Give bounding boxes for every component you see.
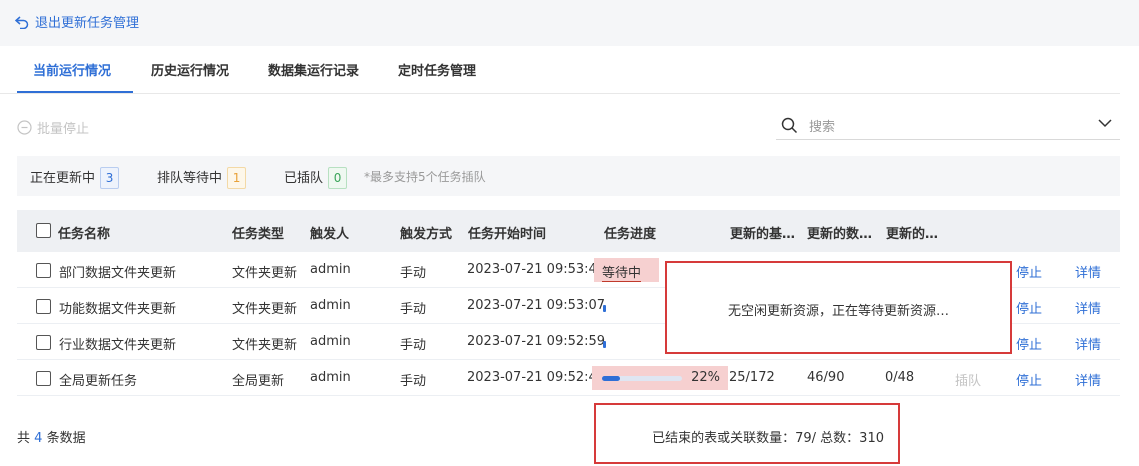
tab-bar: 当前运行情况 历史运行情况 数据集运行记录 定时任务管理 xyxy=(0,46,1120,94)
progress-fill xyxy=(602,376,620,381)
header-task-name: 任务名称 xyxy=(58,227,111,242)
progress-bar xyxy=(603,341,606,348)
header-updated-base: 更新的基… xyxy=(730,227,796,242)
task-type: 文件夹更新 xyxy=(232,302,298,317)
row-checkbox[interactable] xyxy=(36,299,51,314)
trigger-mode: 手动 xyxy=(400,266,427,281)
updated-other-count: 0/48 xyxy=(885,370,915,385)
task-progress: 22% xyxy=(592,366,728,390)
queued-status: 排队等待中 1 xyxy=(157,167,247,189)
trigger-mode: 手动 xyxy=(400,302,427,317)
total-prefix: 共 xyxy=(17,431,31,446)
tab-dataset-run-records[interactable]: 数据集运行记录 xyxy=(268,60,359,79)
task-name: 功能数据文件夹更新 xyxy=(59,302,177,317)
inserted-count-badge: 0 xyxy=(328,167,348,189)
search-select[interactable]: 搜索 xyxy=(776,110,1120,140)
tab-current-runs[interactable]: 当前运行情况 xyxy=(33,60,111,79)
minus-circle-icon xyxy=(17,120,32,135)
waiting-label: 等待中 xyxy=(602,266,642,282)
total-count: 共 4 条数据 xyxy=(17,427,86,446)
tab-history-runs[interactable]: 历史运行情况 xyxy=(151,60,229,79)
detail-link[interactable]: 详情 xyxy=(1075,298,1101,317)
header-task-type: 任务类型 xyxy=(232,227,285,242)
insert-queue-button[interactable]: 插队 xyxy=(955,370,981,389)
back-arrow-icon xyxy=(15,15,29,29)
header-updated-other: 更新的… xyxy=(886,227,939,242)
queued-count-badge: 1 xyxy=(227,167,247,189)
queue-limit-hint: *最多支持5个任务插队 xyxy=(364,170,486,184)
waiting-status[interactable]: 等待中 xyxy=(594,258,659,282)
detail-link[interactable]: 详情 xyxy=(1075,334,1101,353)
trigger-user: admin xyxy=(310,298,351,313)
updated-base-count: 25/172 xyxy=(729,370,775,385)
row-checkbox[interactable] xyxy=(36,335,51,350)
updating-label: 正在更新中 xyxy=(30,171,96,186)
progress-track xyxy=(602,376,682,381)
start-time: 2023-07-21 09:53:07 xyxy=(467,298,606,313)
tab-scheduled-tasks[interactable]: 定时任务管理 xyxy=(398,60,476,79)
exit-task-management-link[interactable]: 退出更新任务管理 xyxy=(15,12,139,31)
stop-link[interactable]: 停止 xyxy=(1016,334,1042,353)
task-type: 全局更新 xyxy=(232,374,285,389)
select-all-checkbox[interactable] xyxy=(36,223,51,238)
total-number: 4 xyxy=(34,431,43,446)
task-type: 文件夹更新 xyxy=(232,266,298,281)
exit-task-management-label: 退出更新任务管理 xyxy=(35,16,140,31)
tooltip-message: 无空闲更新资源，正在等待更新资源… xyxy=(727,304,949,319)
stop-link[interactable]: 停止 xyxy=(1016,298,1042,317)
stop-link[interactable]: 停止 xyxy=(1016,262,1042,281)
progress-percent: 22% xyxy=(691,370,720,385)
header-progress: 任务进度 xyxy=(604,227,657,242)
start-time: 2023-07-21 09:52:59 xyxy=(467,334,606,349)
header-start-time: 任务开始时间 xyxy=(468,227,547,242)
table-row: 全局更新任务 全局更新 admin 手动 2023-07-21 09:52:42… xyxy=(17,360,1120,396)
start-time: 2023-07-21 09:53:41 xyxy=(467,262,606,277)
active-tab-indicator xyxy=(17,91,133,93)
trigger-mode: 手动 xyxy=(400,374,427,389)
waiting-tooltip: 无空闲更新资源，正在等待更新资源… xyxy=(665,261,1012,354)
task-name: 行业数据文件夹更新 xyxy=(59,338,177,353)
task-type: 文件夹更新 xyxy=(232,338,298,353)
trigger-mode: 手动 xyxy=(400,338,427,353)
stop-link[interactable]: 停止 xyxy=(1016,370,1042,389)
trigger-user: admin xyxy=(310,262,351,277)
row-checkbox[interactable] xyxy=(36,371,51,386)
row-checkbox[interactable] xyxy=(36,263,51,278)
task-name: 部门数据文件夹更新 xyxy=(59,266,177,281)
total-suffix: 条数据 xyxy=(46,431,86,446)
detail-link[interactable]: 详情 xyxy=(1075,262,1101,281)
updating-count-badge: 3 xyxy=(100,167,120,189)
table-header: 任务名称 任务类型 触发人 触发方式 任务开始时间 任务进度 更新的基… 更新的… xyxy=(17,210,1120,252)
detail-link[interactable]: 详情 xyxy=(1075,370,1101,389)
finished-summary: 已结束的表或关联数量：79/ 总数：310 xyxy=(594,403,900,464)
queued-label: 排队等待中 xyxy=(157,171,223,186)
finished-summary-text: 已结束的表或关联数量：79/ 总数：310 xyxy=(652,431,884,446)
search-icon xyxy=(781,117,798,134)
batch-stop-label: 批量停止 xyxy=(37,122,90,137)
batch-stop-button[interactable]: 批量停止 xyxy=(17,118,89,137)
start-time: 2023-07-21 09:52:42 xyxy=(467,370,606,385)
header-trigger-mode: 触发方式 xyxy=(400,227,453,242)
status-summary-bar: 正在更新中 3 排队等待中 1 已插队 0 *最多支持5个任务插队 xyxy=(17,156,1120,196)
header-trigger-user: 触发人 xyxy=(310,227,350,242)
inserted-label: 已插队 xyxy=(284,171,324,186)
task-name: 全局更新任务 xyxy=(59,374,138,389)
header-updated-count: 更新的数… xyxy=(807,227,873,242)
trigger-user: admin xyxy=(310,370,351,385)
inserted-status: 已插队 0 xyxy=(284,167,348,189)
trigger-user: admin xyxy=(310,334,351,349)
chevron-down-icon[interactable] xyxy=(1098,119,1112,128)
updating-status: 正在更新中 3 xyxy=(30,167,120,189)
updated-data-count: 46/90 xyxy=(807,370,845,385)
top-bar: 退出更新任务管理 xyxy=(0,0,1139,46)
progress-bar xyxy=(603,305,606,312)
search-placeholder: 搜索 xyxy=(809,120,836,135)
